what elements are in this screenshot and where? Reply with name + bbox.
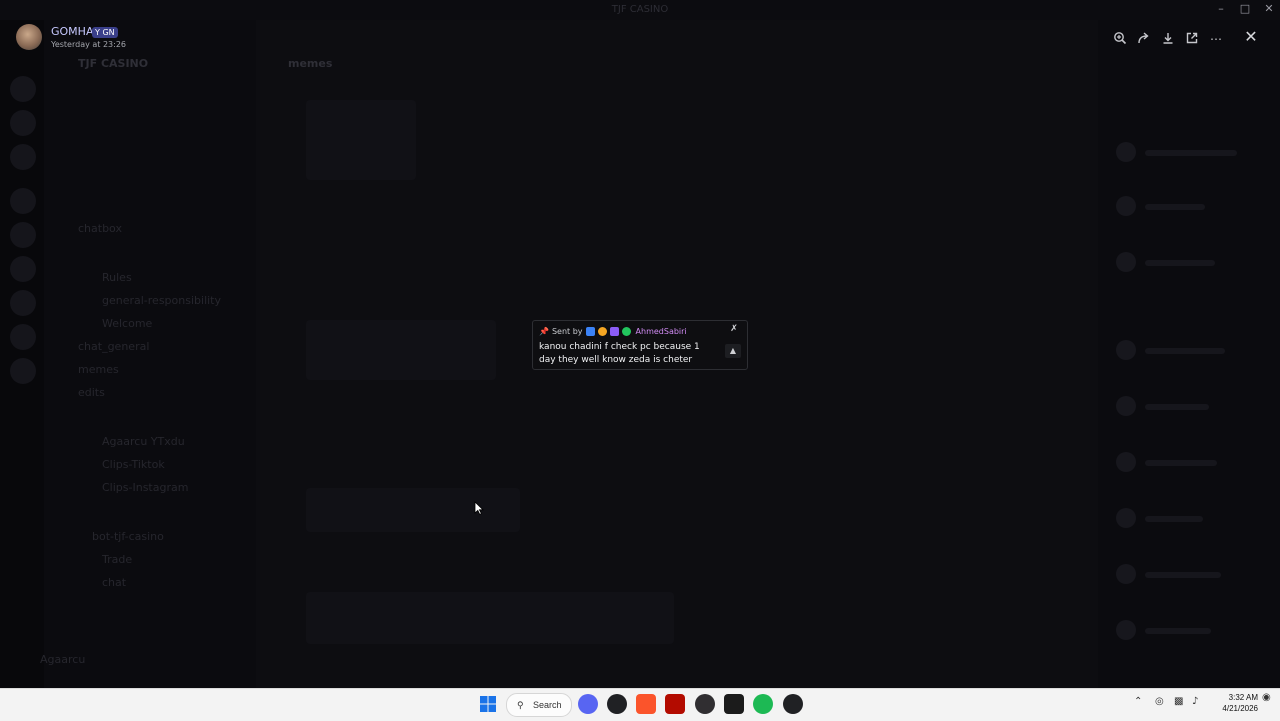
server-icon (10, 358, 36, 384)
window-titlebar: TJF CASINO – □ ✕ (0, 0, 1280, 20)
current-user: Agaarcu (40, 653, 86, 666)
discord-icon[interactable] (578, 694, 598, 714)
more-icon[interactable]: ⋯ (1208, 31, 1224, 47)
embed (306, 320, 496, 380)
member-name (1145, 572, 1221, 578)
chrome-icon[interactable] (607, 694, 627, 714)
channel-item: chatbox (78, 222, 122, 235)
rank-badge-icon (585, 326, 595, 336)
member-name (1145, 404, 1209, 410)
pinned-card-preview (306, 488, 520, 532)
start-icon[interactable] (478, 694, 498, 714)
member-name (1145, 348, 1225, 354)
pin-icon: 📌 (539, 326, 549, 336)
maximize-icon[interactable]: □ (1233, 2, 1257, 15)
server-icon (10, 256, 36, 282)
member-avatar (1116, 620, 1136, 640)
image-attachment (306, 592, 674, 644)
card-header: 📌 Sent by AhmedSabiri (539, 325, 687, 337)
member-avatar (1116, 452, 1136, 472)
server-icon (10, 110, 36, 136)
member-avatar (1116, 252, 1136, 272)
channel-item: memes (78, 363, 119, 376)
channel-item: Rules (102, 271, 132, 284)
image-attachment (306, 100, 416, 180)
taskbar-search[interactable]: ⚲ Search (506, 693, 572, 717)
author-name[interactable]: GOMHA (51, 25, 93, 38)
channel-item: Trade (102, 553, 133, 566)
pinned-message-text: kanou chadini f check pc because 1 day t… (539, 342, 700, 365)
taskbar-clock[interactable]: 3:32 AM 4/21/2026 (1212, 692, 1258, 714)
spotify-icon[interactable] (753, 694, 773, 714)
member-name (1145, 150, 1237, 156)
member-avatar (1116, 396, 1136, 416)
microphone-icon[interactable]: ◎ (1155, 696, 1164, 707)
viewer-header (0, 20, 1280, 56)
pinned-message-card[interactable]: 📌 Sent by AhmedSabiri ✗ kanou chadini f … (532, 320, 748, 370)
download-icon[interactable] (1160, 31, 1176, 47)
notification-icon[interactable]: ◉ (1262, 692, 1271, 703)
server-name: TJF CASINO (78, 57, 149, 70)
unpin-icon[interactable]: ✗ (727, 324, 741, 336)
server-icon (10, 144, 36, 170)
search-label: Search (533, 700, 562, 710)
volume-icon[interactable]: ♪ (1192, 696, 1198, 707)
timestamp: Yesterday at 23:26 (51, 40, 127, 49)
channel-item: Clips-Tiktok (102, 458, 165, 471)
clock-time: 3:32 AM (1228, 693, 1258, 702)
member-avatar (1116, 196, 1136, 216)
capcut-icon[interactable] (724, 694, 744, 714)
channel-item: Agaarcu YTxdu (102, 435, 185, 448)
avatar[interactable] (16, 24, 42, 50)
member-avatar (1116, 564, 1136, 584)
level-badge-icon (597, 326, 607, 336)
channel-item: edits (78, 386, 105, 399)
verified-badge-icon (621, 326, 631, 336)
chevron-up-icon[interactable]: ⌃ (1134, 696, 1142, 707)
zoom-icon[interactable] (1112, 31, 1128, 47)
member-name (1145, 204, 1205, 210)
window-title: TJF CASINO (611, 4, 669, 15)
search-icon: ⚲ (517, 700, 524, 710)
network-icon[interactable]: ▩ (1174, 696, 1183, 707)
open-external-icon[interactable] (1184, 31, 1200, 47)
minimize-icon[interactable]: – (1209, 2, 1233, 15)
channel-item: general-responsibility (102, 294, 222, 307)
author-name[interactable]: AhmedSabiri (636, 327, 687, 336)
channel-item: chat (102, 576, 127, 589)
server-icon (10, 290, 36, 316)
booster-badge-icon (609, 326, 619, 336)
member-name (1145, 628, 1211, 634)
clock-date: 4/21/2026 (1222, 704, 1258, 713)
channel-header: memes (288, 57, 333, 70)
acrobat-icon[interactable] (665, 694, 685, 714)
mouse-cursor-icon (474, 501, 484, 515)
channel-sidebar (44, 20, 256, 688)
tag-label: GN (102, 28, 115, 37)
server-icon (10, 76, 36, 102)
close-icon[interactable]: ✕ (1257, 2, 1280, 15)
member-avatar (1116, 340, 1136, 360)
channel-item: bot-tjf-casino (92, 530, 164, 543)
close-icon[interactable]: ✕ (1242, 28, 1260, 46)
server-icon (10, 222, 36, 248)
chrome-icon-2[interactable] (783, 694, 803, 714)
member-name (1145, 260, 1215, 266)
channel-item: Welcome (102, 317, 153, 330)
brave-icon[interactable] (636, 694, 656, 714)
server-icon (10, 188, 36, 214)
member-name (1145, 516, 1203, 522)
forward-icon[interactable] (1136, 31, 1152, 47)
clan-tag: Y GN (92, 27, 118, 38)
sent-by-label: Sent by (551, 326, 583, 336)
chevron-up-icon[interactable]: ▲ (725, 344, 741, 358)
member-avatar (1116, 142, 1136, 162)
channel-item: Clips-Instagram (102, 481, 189, 494)
server-icon (10, 324, 36, 350)
obs-icon[interactable] (695, 694, 715, 714)
channel-item: chat_general (78, 340, 150, 353)
member-avatar (1116, 508, 1136, 528)
member-name (1145, 460, 1217, 466)
